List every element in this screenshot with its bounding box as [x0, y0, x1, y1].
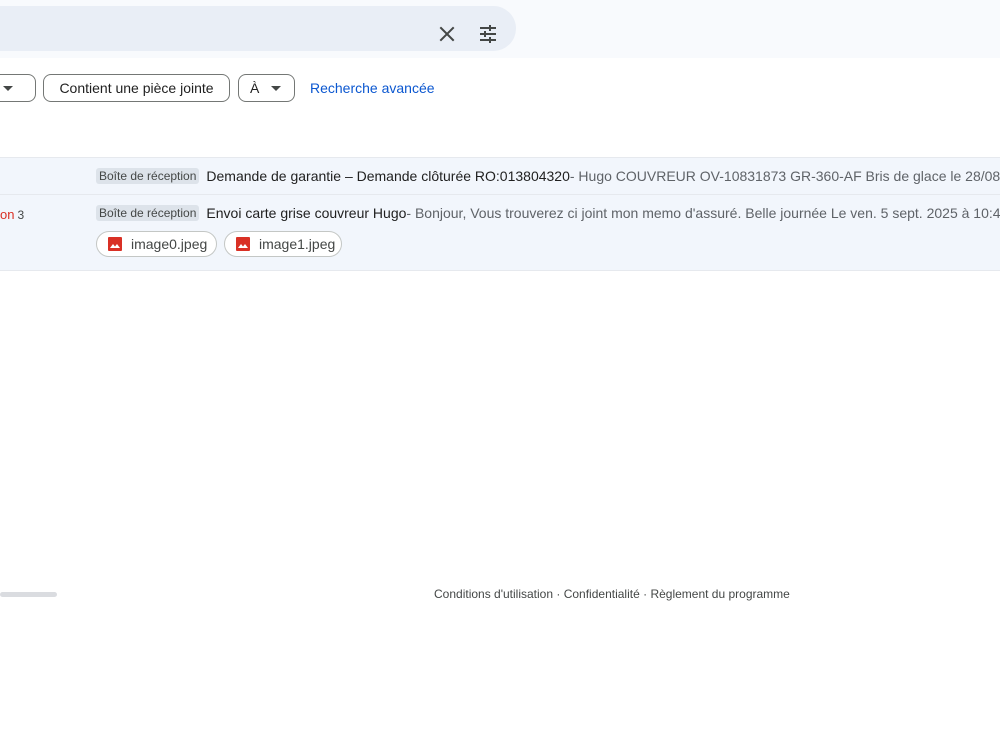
- search-input[interactable]: [10, 6, 384, 53]
- footer-links: Conditions d'utilisation · Confidentiali…: [434, 587, 790, 601]
- advanced-search-link[interactable]: Recherche avancée: [310, 80, 435, 96]
- sender-name: on: [0, 207, 15, 222]
- footer-separator: ·: [553, 587, 564, 601]
- top-header: [0, 0, 1000, 58]
- storage-usage-bar: [0, 592, 57, 597]
- email-snippet: - Hugo COUVREUR OV-10831873 GR-360-AF Br…: [569, 168, 1000, 184]
- program-policies-link[interactable]: Règlement du programme: [650, 587, 789, 601]
- filter-chip-partial[interactable]: [0, 74, 36, 102]
- chevron-down-icon: [3, 85, 13, 91]
- terms-link[interactable]: Conditions d'utilisation: [434, 587, 553, 601]
- footer-separator: ·: [639, 587, 651, 601]
- attachment-name: image0.jpeg: [131, 236, 208, 252]
- email-subject: Demande de garantie – Demande clôturée R…: [206, 168, 570, 184]
- email-snippet: - Bonjour, Vous trouverez ci joint mon m…: [406, 205, 1000, 221]
- filter-chip-label: Contient une pièce jointe: [59, 80, 214, 96]
- chevron-down-icon: [271, 85, 282, 91]
- filter-chip-to[interactable]: À: [238, 74, 295, 102]
- label-tag-inbox[interactable]: Boîte de réception: [96, 205, 200, 221]
- close-icon: [439, 26, 455, 42]
- search-bar[interactable]: [0, 6, 516, 53]
- attachment-chip[interactable]: image1.jpeg: [224, 231, 342, 257]
- gmail-search-results: Contient une pièce jointe À Recherche av…: [0, 0, 1000, 750]
- filter-chip-has-attachment[interactable]: Contient une pièce jointe: [43, 74, 230, 102]
- privacy-link[interactable]: Confidentialité: [564, 587, 640, 601]
- email-summary: Boîte de réception Envoi carte grise cou…: [96, 205, 1000, 221]
- attachment-name: image1.jpeg: [259, 236, 336, 252]
- email-row[interactable]: Boîte de réception Demande de garantie –…: [0, 157, 1000, 195]
- clear-search-button[interactable]: [429, 16, 465, 52]
- image-icon: [107, 236, 123, 252]
- search-options-button[interactable]: [470, 16, 506, 52]
- attachment-chip[interactable]: image0.jpeg: [96, 231, 217, 257]
- label-tag-inbox[interactable]: Boîte de réception: [96, 168, 200, 184]
- email-sender: on 3: [0, 207, 24, 222]
- image-icon: [235, 236, 251, 252]
- tune-icon: [480, 25, 496, 43]
- thread-count: 3: [17, 208, 25, 222]
- email-summary: Boîte de réception Demande de garantie –…: [96, 168, 1000, 184]
- email-row[interactable]: on 3 Boîte de réception Envoi carte grise…: [0, 195, 1000, 271]
- filter-chip-label: À: [250, 80, 260, 96]
- email-subject: Envoi carte grise couvreur Hugo: [206, 205, 407, 221]
